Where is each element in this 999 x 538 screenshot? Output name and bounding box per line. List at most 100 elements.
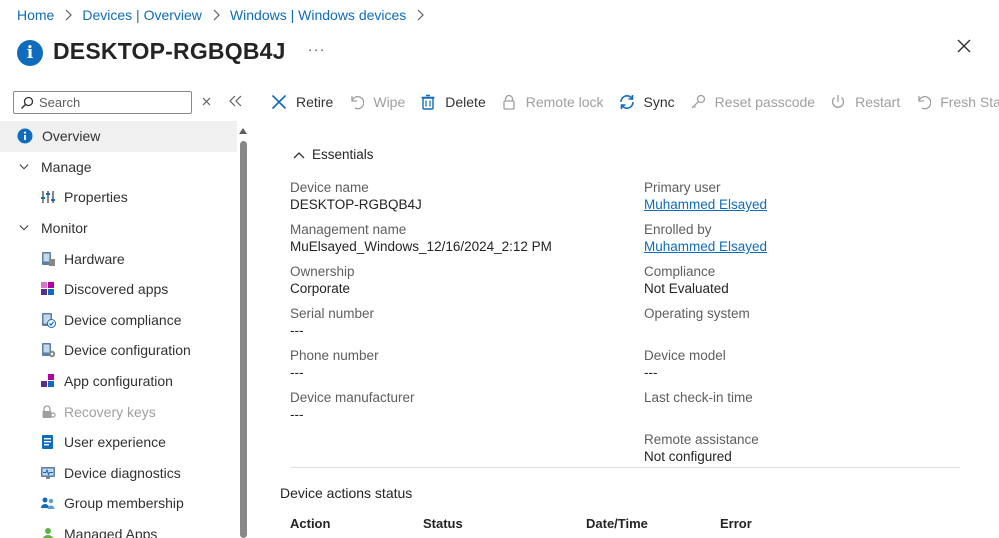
info-icon: i: [17, 40, 43, 66]
field-label: Device name: [290, 180, 369, 195]
sidebar-nav: Overview Manage Properties Monitor Hardw…: [0, 121, 237, 538]
field-label: Primary user: [644, 180, 721, 195]
sidebar-item-device-diagnostics[interactable]: Device diagnostics: [0, 458, 237, 489]
compliance-icon: [40, 312, 56, 328]
sidebar-group-manage[interactable]: Manage: [0, 152, 237, 183]
lock-icon: [500, 93, 518, 111]
chevron-right-icon: [417, 9, 425, 21]
field-device-manufacturer: Device manufacturer ---: [290, 389, 415, 423]
enrolled-by-link[interactable]: Muhammed Elsayed: [644, 239, 767, 254]
field-device-model: Device model ---: [644, 347, 726, 381]
column-header-status[interactable]: Status: [423, 516, 463, 531]
reset-passcode-label: Reset passcode: [714, 94, 816, 110]
sidebar-item-user-experience[interactable]: User experience: [0, 427, 237, 458]
wipe-button[interactable]: Wipe: [347, 90, 405, 114]
properties-icon: [40, 189, 56, 205]
column-header-datetime[interactable]: Date/Time: [586, 516, 648, 531]
divider: [290, 467, 960, 468]
sidebar-item-properties[interactable]: Properties: [0, 182, 237, 213]
field-phone-number: Phone number ---: [290, 347, 379, 381]
sidebar-item-overview[interactable]: Overview: [0, 121, 237, 152]
field-label: Operating system: [644, 306, 750, 321]
retire-label: Retire: [296, 94, 334, 110]
field-management-name: Management name MuElsayed_Windows_12/16/…: [290, 221, 552, 255]
fresh-start-button[interactable]: Fresh Start: [914, 90, 999, 114]
field-label: Device manufacturer: [290, 390, 415, 405]
breadcrumb-windows-devices[interactable]: Windows | Windows devices: [230, 7, 406, 23]
sidebar-scrollbar[interactable]: [240, 141, 247, 538]
sidebar-item-device-compliance[interactable]: Device compliance: [0, 305, 237, 336]
field-value: Corporate: [290, 281, 351, 296]
breadcrumb-devices-overview[interactable]: Devices | Overview: [82, 7, 202, 23]
field-device-name: Device name DESKTOP-RGBQB4J: [290, 179, 422, 213]
clear-search-icon[interactable]: [201, 96, 212, 107]
sidebar-item-label: App configuration: [64, 373, 173, 390]
chevron-down-icon: [19, 164, 29, 170]
field-value: ---: [290, 407, 304, 422]
field-primary-user: Primary user Muhammed Elsayed: [644, 179, 767, 213]
sidebar-item-label: User experience: [64, 434, 166, 451]
field-label: Enrolled by: [644, 222, 712, 237]
sidebar-item-discovered-apps[interactable]: Discovered apps: [0, 274, 237, 305]
remote-lock-label: Remote lock: [525, 94, 604, 110]
collapse-sidebar-icon[interactable]: [229, 95, 243, 107]
reset-passcode-button[interactable]: Reset passcode: [689, 90, 815, 114]
sidebar-item-label: Discovered apps: [64, 281, 169, 298]
breadcrumb-home[interactable]: Home: [17, 7, 54, 23]
close-icon[interactable]: [954, 36, 974, 56]
search-icon: [20, 96, 34, 109]
delete-label: Delete: [445, 94, 486, 110]
field-label: Compliance: [644, 264, 716, 279]
field-label: Management name: [290, 222, 407, 237]
sidebar-item-hardware[interactable]: Hardware: [0, 243, 237, 274]
undo-icon: [347, 93, 365, 111]
sidebar-item-app-configuration[interactable]: App configuration: [0, 366, 237, 397]
restart-button[interactable]: Restart: [829, 90, 900, 114]
field-label: Phone number: [290, 348, 379, 363]
page-header: i DESKTOP-RGBQB4J ···: [17, 33, 326, 69]
wipe-label: Wipe: [373, 94, 406, 110]
field-serial-number: Serial number ---: [290, 305, 374, 339]
sidebar-item-managed-apps[interactable]: Managed Apps: [0, 519, 237, 538]
scroll-up-arrow[interactable]: [239, 128, 247, 134]
fresh-start-label: Fresh Start: [940, 94, 999, 110]
sidebar-item-recovery-keys[interactable]: Recovery keys: [0, 396, 237, 427]
column-header-error[interactable]: Error: [720, 516, 752, 531]
user-experience-icon: [40, 434, 56, 450]
field-label: Remote assistance: [644, 432, 759, 447]
sidebar-item-label: Device configuration: [64, 342, 191, 359]
restart-label: Restart: [855, 94, 901, 110]
column-header-action[interactable]: Action: [290, 516, 330, 531]
sidebar: Overview Manage Properties Monitor Hardw…: [0, 84, 250, 538]
breadcrumb: Home Devices | Overview Windows | Window…: [17, 5, 425, 25]
essentials-toggle[interactable]: Essentials: [293, 147, 374, 162]
field-value: MuElsayed_Windows_12/16/2024_2:12 PM: [290, 239, 552, 254]
sidebar-item-label: Hardware: [64, 250, 125, 267]
sidebar-item-device-configuration[interactable]: Device configuration: [0, 335, 237, 366]
retire-button[interactable]: Retire: [270, 90, 333, 114]
sidebar-item-label: Device compliance: [64, 311, 182, 328]
refresh-icon: [914, 93, 932, 111]
sidebar-group-label: Monitor: [41, 220, 88, 237]
search-box[interactable]: [13, 91, 192, 114]
lock-key-icon: [40, 404, 56, 420]
field-value: Not Evaluated: [644, 281, 729, 296]
search-input[interactable]: [39, 95, 179, 110]
sidebar-item-label: Managed Apps: [64, 526, 158, 538]
sidebar-item-group-membership[interactable]: Group membership: [0, 488, 237, 519]
sync-button[interactable]: Sync: [618, 90, 675, 114]
field-remote-assistance: Remote assistance Not configured: [644, 431, 759, 465]
field-label: Ownership: [290, 264, 355, 279]
delete-button[interactable]: Delete: [419, 90, 486, 114]
more-options-button[interactable]: ···: [308, 41, 326, 58]
primary-user-link[interactable]: Muhammed Elsayed: [644, 197, 767, 212]
remote-lock-button[interactable]: Remote lock: [500, 90, 604, 114]
field-ownership: Ownership Corporate: [290, 263, 355, 297]
field-label: Serial number: [290, 306, 375, 321]
field-enrolled-by: Enrolled by Muhammed Elsayed: [644, 221, 767, 255]
diagnostics-icon: [40, 465, 56, 481]
sidebar-group-monitor[interactable]: Monitor: [0, 213, 237, 244]
close-x-icon: [270, 93, 288, 111]
page-title: DESKTOP-RGBQB4J: [53, 37, 286, 64]
field-value: Not configured: [644, 449, 732, 464]
